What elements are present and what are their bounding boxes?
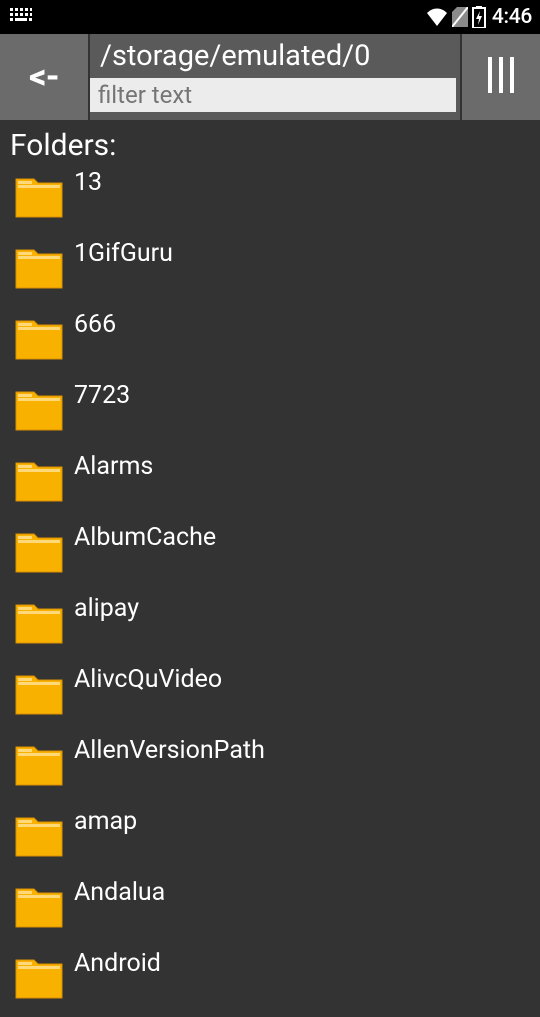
- folder-item[interactable]: 13: [8, 169, 532, 236]
- folder-label: Android: [74, 948, 161, 980]
- folder-icon: [14, 670, 64, 716]
- no-sim-icon: [452, 7, 468, 27]
- folder-icon: [14, 386, 64, 432]
- folder-item[interactable]: AllenVersionPath: [8, 737, 532, 804]
- status-left: [8, 5, 34, 29]
- folder-label: 7723: [74, 380, 130, 412]
- folder-item[interactable]: 1GifGuru: [8, 240, 532, 307]
- folder-item[interactable]: Android: [8, 950, 532, 1017]
- folder-icon: [14, 457, 64, 503]
- folder-label: Andalua: [74, 877, 165, 909]
- status-bar: 4:46: [0, 0, 540, 34]
- folder-label: 1GifGuru: [74, 238, 173, 270]
- folder-list: 13 1GifGuru 666: [8, 169, 532, 1017]
- folder-icon: [14, 315, 64, 361]
- folder-label: 13: [74, 167, 102, 199]
- back-button[interactable]: <-: [0, 34, 90, 120]
- folder-icon: [14, 954, 64, 1000]
- folder-label: AlbumCache: [74, 522, 216, 554]
- folder-label: Alarms: [74, 451, 153, 483]
- folder-item[interactable]: Andalua: [8, 879, 532, 946]
- status-right: 4:46: [426, 5, 532, 29]
- app-bar: <- /storage/emulated/0: [0, 34, 540, 120]
- folder-icon: [14, 173, 64, 219]
- back-arrow-icon: <-: [29, 57, 59, 97]
- folder-icon: [14, 883, 64, 929]
- wifi-icon: [426, 8, 448, 26]
- folder-icon: [14, 812, 64, 858]
- folder-icon: [14, 528, 64, 574]
- folder-label: AllenVersionPath: [74, 735, 265, 767]
- folder-item[interactable]: alipay: [8, 595, 532, 662]
- battery-charging-icon: [472, 6, 486, 28]
- folder-icon: [14, 741, 64, 787]
- folder-item[interactable]: AlbumCache: [8, 524, 532, 591]
- menu-icon: [484, 55, 518, 99]
- folder-icon: [14, 244, 64, 290]
- folder-icon: [14, 599, 64, 645]
- path-text[interactable]: /storage/emulated/0: [90, 34, 460, 78]
- filter-input[interactable]: [90, 78, 456, 112]
- content: Folders: 13 1GifGuru: [0, 120, 540, 1017]
- path-section: /storage/emulated/0: [90, 34, 460, 120]
- folder-item[interactable]: 666: [8, 311, 532, 378]
- section-title: Folders:: [8, 128, 532, 169]
- folder-label: amap: [74, 806, 137, 838]
- folder-item[interactable]: AlivcQuVideo: [8, 666, 532, 733]
- folder-label: alipay: [74, 593, 139, 625]
- folder-label: AlivcQuVideo: [74, 664, 222, 696]
- folder-item[interactable]: 7723: [8, 382, 532, 449]
- folder-item[interactable]: amap: [8, 808, 532, 875]
- folder-item[interactable]: Alarms: [8, 453, 532, 520]
- folder-label: 666: [74, 309, 116, 341]
- menu-button[interactable]: [460, 34, 540, 120]
- status-time: 4:46: [492, 5, 532, 29]
- keyboard-icon: [8, 5, 34, 29]
